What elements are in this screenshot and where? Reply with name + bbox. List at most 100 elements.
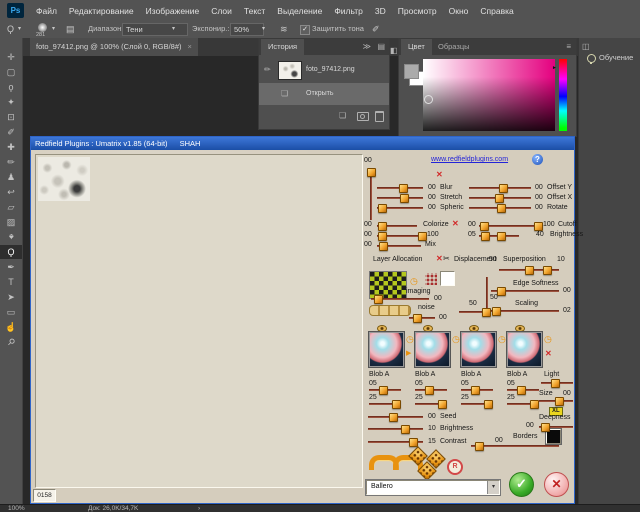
color-menu-icon[interactable]: ≡ (566, 40, 571, 54)
menu-file[interactable]: Файл (30, 1, 63, 21)
redfieldplugins-link[interactable]: www.redfieldplugins.com (431, 156, 508, 164)
vertical-slider[interactable] (370, 170, 372, 220)
quick-selection-tool[interactable]: ✦ (0, 95, 22, 109)
randomize-button[interactable]: R (447, 459, 463, 475)
range-select[interactable]: Тени (122, 23, 188, 36)
grid-mode-icon[interactable] (425, 273, 437, 285)
deepness-slider-handle[interactable] (541, 423, 550, 432)
swatches-tab[interactable]: Образцы (431, 39, 477, 55)
gradient-tool[interactable]: ▨ (0, 215, 22, 229)
blob4-remove-icon[interactable]: ✕ (545, 350, 552, 358)
color-picker-ring[interactable] (424, 95, 433, 104)
menu-select[interactable]: Выделение (271, 1, 328, 21)
stretch-slider-handle[interactable] (400, 194, 409, 203)
status-arrow-icon[interactable]: › (198, 505, 200, 512)
blob3-thumbnail[interactable] (461, 332, 496, 367)
toggle-panel-icon[interactable]: ▤ (66, 21, 75, 37)
brightness-range-min-handle[interactable] (481, 232, 490, 241)
brightness-slider[interactable] (368, 428, 423, 430)
borders-slider-handle[interactable] (475, 442, 484, 451)
clone-stamp-tool[interactable]: ♟ (0, 170, 22, 184)
brightness-slider-handle[interactable] (401, 425, 410, 434)
menu-help[interactable]: Справка (474, 1, 519, 21)
shape-tool[interactable]: ▭ (0, 305, 22, 319)
noise-slider-handle[interactable] (413, 314, 422, 323)
learn-panel-title[interactable]: Обучение (599, 53, 633, 62)
brightness-range-max-handle[interactable] (497, 232, 506, 241)
path-selection-tool[interactable]: ➤ (0, 290, 22, 304)
brush-tool[interactable]: ✏ (0, 155, 22, 169)
cancel-button[interactable]: ✕ (544, 472, 569, 497)
range-select-arrow-icon[interactable]: ▾ (172, 21, 175, 37)
borders-slider[interactable] (471, 445, 559, 447)
collapsed-panel-icon[interactable]: ◧ (390, 44, 398, 58)
airbrush-icon[interactable]: ≋ (280, 21, 288, 37)
saturation-brightness-field[interactable] (423, 59, 555, 131)
exposure-select-arrow-icon[interactable]: ▾ (262, 21, 265, 37)
scissors-icon[interactable]: ✂ (443, 255, 450, 263)
history-state-open-file[interactable]: ✏ foto_97412.png (259, 59, 389, 81)
noise-pattern-strip[interactable] (369, 305, 411, 316)
ok-button[interactable]: ✓ (509, 472, 534, 497)
plain-mode-swatch[interactable] (440, 271, 455, 286)
superposition-min-handle[interactable] (525, 266, 534, 275)
foreground-color-swatch[interactable] (404, 64, 419, 79)
reset-layer-allocation-icon[interactable]: ✕ (436, 255, 443, 263)
blob2-thumbnail[interactable] (415, 332, 450, 367)
blob3-clock-icon[interactable]: ◷ (498, 335, 506, 344)
contrast-slider-handle[interactable] (409, 438, 418, 447)
spheric-slider-handle[interactable] (378, 204, 387, 213)
blob4-v1-handle[interactable] (517, 386, 526, 395)
colorize-range-min-handle[interactable] (378, 232, 387, 241)
rotate-slider-handle[interactable] (497, 204, 506, 213)
new-document-from-state-icon[interactable]: ❏ (339, 109, 346, 123)
menu-view[interactable]: Просмотр (392, 1, 443, 21)
history-source-icon[interactable]: ✏ (264, 63, 271, 77)
seed-slider-handle[interactable] (389, 413, 398, 422)
layer-clock-icon[interactable]: ◷ (410, 277, 418, 286)
blur-slider-handle[interactable] (399, 184, 408, 193)
reset-colorize-icon[interactable]: ✕ (452, 220, 459, 228)
blob2-v2-handle[interactable] (438, 400, 447, 409)
hue-strip[interactable] (559, 59, 567, 131)
document-tab[interactable]: foto_97412.png @ 100% (Слой 0, RGB/8#)× (30, 38, 198, 56)
blob1-play-icon[interactable]: ▶ (406, 349, 411, 358)
cutoff-min-handle[interactable] (480, 222, 489, 231)
preview-area[interactable] (35, 154, 363, 488)
tool-dropdown-arrow-icon[interactable]: ▾ (18, 21, 21, 37)
light-slider-handle[interactable] (551, 379, 560, 388)
imaging-slider-handle[interactable] (374, 295, 383, 304)
menu-image[interactable]: Изображение (140, 1, 206, 21)
menu-layers[interactable]: Слои (205, 1, 238, 21)
menu-3d[interactable]: 3D (369, 1, 392, 21)
blob4-v2-handle[interactable] (530, 400, 539, 409)
crop-tool[interactable]: ⊡ (0, 110, 22, 124)
blob4-visibility-eye-icon[interactable] (515, 325, 525, 332)
history-menu-icon[interactable]: ▤ (377, 40, 385, 54)
colorize-slider-handle[interactable] (378, 222, 387, 231)
exposure-select[interactable]: 50% (230, 23, 264, 36)
preset-combobox[interactable]: Ballero ▾ (366, 480, 500, 495)
blob1-visibility-eye-icon[interactable] (377, 325, 387, 332)
cutoff-max-handle[interactable] (534, 222, 543, 231)
superposition-max-handle[interactable] (543, 266, 552, 275)
menu-filter[interactable]: Фильтр (328, 1, 369, 21)
blob3-visibility-eye-icon[interactable] (469, 325, 479, 332)
scaling-slider-handle[interactable] (492, 307, 501, 316)
pen-tool[interactable]: ✒ (0, 260, 22, 274)
color-tab[interactable]: Цвет (401, 39, 432, 55)
type-tool[interactable]: T (0, 275, 22, 289)
edge-softness-slider-handle[interactable] (497, 287, 506, 296)
collapse-dock-icon[interactable]: ◫ (582, 40, 590, 54)
eyedropper-tool[interactable]: ✐ (0, 125, 22, 139)
menu-window[interactable]: Окно (443, 1, 475, 21)
blob1-v1-handle[interactable] (379, 386, 388, 395)
eraser-tool[interactable]: ▱ (0, 200, 22, 214)
blob3-v2-handle[interactable] (484, 400, 493, 409)
blob4-name[interactable]: Blob A (507, 371, 527, 379)
menu-type[interactable]: Текст (238, 1, 271, 21)
offset-y-slider-handle[interactable] (499, 184, 508, 193)
move-tool[interactable]: ✛ (0, 50, 22, 64)
history-brush-tool[interactable]: ↩ (0, 185, 22, 199)
zoom-level[interactable]: 100% (8, 505, 25, 512)
